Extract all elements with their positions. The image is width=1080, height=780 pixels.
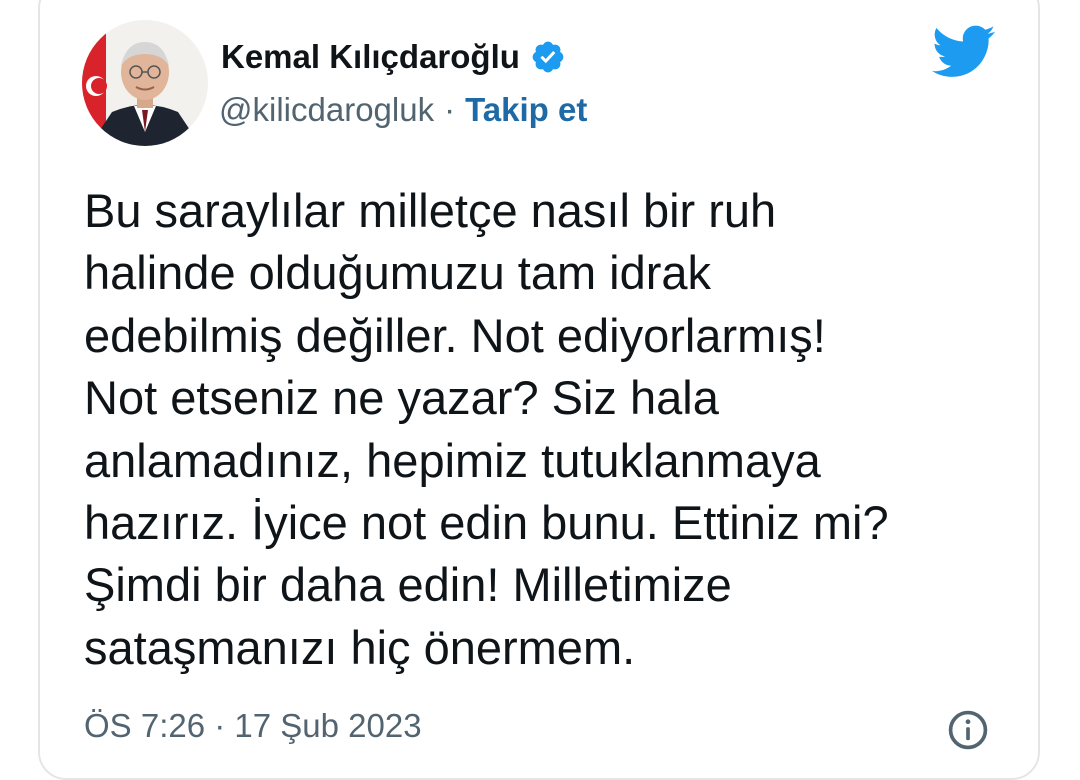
- tweet-text-line: Not etseniz ne yazar? Siz hala: [84, 371, 719, 425]
- tweet-text-line: Şimdi bir daha edin! Milletimize: [84, 558, 732, 612]
- tweet-text: Bu saraylılar milletçe nasıl bir ruh hal…: [84, 180, 1004, 679]
- tweet-text-line: anlamadınız, hepimiz tutuklanmaya: [84, 433, 821, 487]
- author-handle[interactable]: @kilicdarogluk: [219, 90, 434, 130]
- tweet-timestamp[interactable]: ÖS 7:26 · 17 Şub 2023: [84, 706, 422, 746]
- verified-badge-icon: [532, 41, 564, 73]
- follow-button[interactable]: Takip et: [465, 90, 587, 130]
- separator-dot: ·: [444, 91, 456, 128]
- author-name-row[interactable]: Kemal Kılıçdaroğlu: [221, 37, 566, 77]
- author-handle-row: @kilicdarogluk · Takip et: [219, 90, 587, 130]
- tweet-text-line: Bu saraylılar milletçe nasıl bir ruh: [84, 184, 777, 237]
- twitter-bird-icon[interactable]: [932, 25, 996, 79]
- tweet-text-line: halinde olduğumuzu tam idrak: [84, 246, 712, 300]
- author-display-name[interactable]: Kemal Kılıçdaroğlu: [221, 37, 520, 77]
- tweet-text-line: sataşmanızı hiç önermem.: [84, 620, 636, 674]
- avatar[interactable]: [82, 20, 208, 146]
- info-icon[interactable]: [946, 708, 990, 752]
- tweet-text-line: edebilmiş değiller. Not ediyorlarmış!: [84, 308, 826, 362]
- tweet-text-line: hazırız. İyice not edin bunu. Ettiniz mi…: [84, 496, 889, 550]
